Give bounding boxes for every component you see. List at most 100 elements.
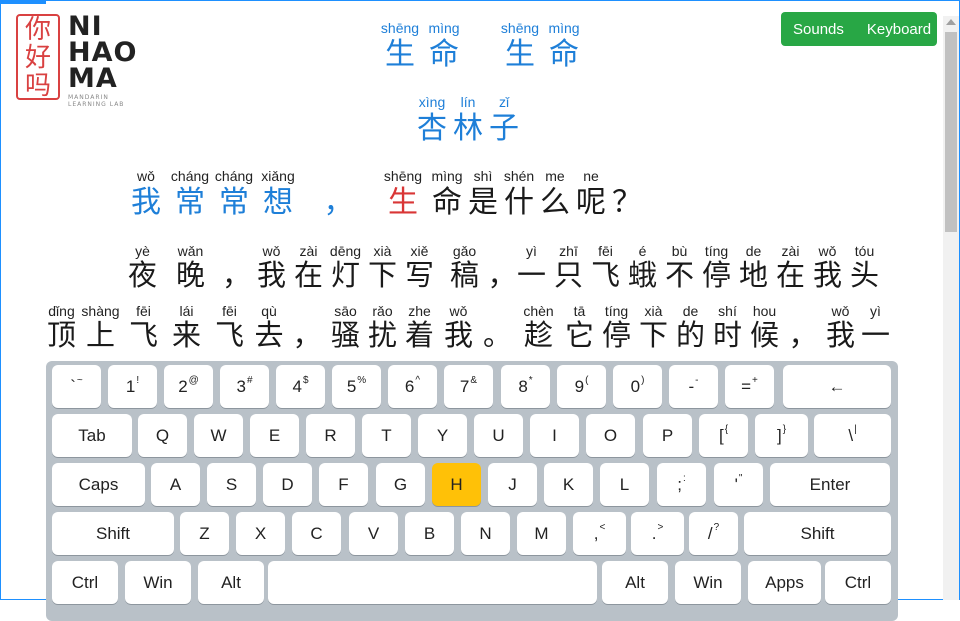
hanzi-character: 骚 [330, 318, 360, 352]
pinyin-label: shēng [500, 20, 540, 36]
pinyin-label: zhī [559, 243, 578, 259]
key-sym1-11[interactable]: [{ [699, 414, 748, 457]
key-shift-label: % [357, 375, 367, 386]
hanzi-character: 呢 [576, 185, 606, 220]
hanzi-cell: wǒ 我 [124, 168, 168, 218]
key-sym3-10[interactable]: /? [689, 512, 738, 555]
key-win[interactable]: Win [125, 561, 191, 604]
key-tab[interactable]: Tab [52, 414, 132, 457]
key-enter[interactable]: Enter [770, 463, 890, 506]
key-caps[interactable]: Caps [52, 463, 145, 506]
key-shift-label: ) [641, 375, 645, 386]
key-sym3-8[interactable]: , < [573, 512, 626, 555]
key-label: Y [436, 425, 449, 445]
key-0[interactable]: 0) [613, 365, 662, 408]
hanzi-cell: bù 不 [661, 243, 698, 290]
key-label: [ [718, 425, 724, 445]
key-sym0-13[interactable]: ← [783, 365, 891, 408]
key-shift-label: @ [188, 375, 199, 386]
key-3[interactable]: 3 # [220, 365, 269, 408]
key-w[interactable]: W [194, 414, 243, 457]
key-1[interactable]: 1! [108, 365, 157, 408]
key-apps[interactable]: Apps [748, 561, 821, 604]
key-8[interactable]: 8 * [501, 365, 550, 408]
key-h[interactable]: H [432, 463, 481, 506]
key-y[interactable]: Y [418, 414, 467, 457]
key-d[interactable]: D [263, 463, 312, 506]
key-space[interactable] [268, 561, 597, 604]
key-sym3-9[interactable]: . > [631, 512, 684, 555]
key-sym2-11[interactable]: ' " [714, 463, 763, 506]
key-g[interactable]: G [376, 463, 425, 506]
key-b[interactable]: B [405, 512, 454, 555]
pinyin-label: shì [473, 168, 493, 184]
key-ctrl[interactable]: Ctrl [52, 561, 118, 604]
key-6[interactable]: 6 ^ [388, 365, 437, 408]
key-sym0-0[interactable]: ` ~ [52, 365, 101, 408]
scroll-up-arrow-icon[interactable] [946, 19, 956, 25]
key-7[interactable]: 7 & [444, 365, 493, 408]
scrollbar-thumb[interactable] [945, 32, 957, 232]
hanzi-character: 上 [85, 318, 115, 352]
pinyin-label: yè [135, 243, 150, 259]
key-r[interactable]: R [306, 414, 355, 457]
hanzi-cell: zài 在 [290, 243, 327, 290]
key-shift-label: > [657, 522, 664, 533]
key-label: - [688, 376, 695, 396]
key-4[interactable]: 4 $ [276, 365, 325, 408]
hanzi-cell: zhī 只 [550, 243, 587, 290]
key-sym0-11[interactable]: -- [669, 365, 718, 408]
key-u[interactable]: U [474, 414, 523, 457]
key-win[interactable]: Win [675, 561, 741, 604]
nihaoma-logo[interactable]: 你好吗 NI HAO MA MANDARIN LEARNING LAB [16, 13, 151, 108]
key-alt[interactable]: Alt [198, 561, 264, 604]
key-z[interactable]: Z [180, 512, 229, 555]
pinyin-label: fēi [598, 243, 613, 259]
key-o[interactable]: O [586, 414, 635, 457]
key-e[interactable]: E [250, 414, 299, 457]
sounds-button[interactable]: Sounds [793, 21, 844, 38]
key-t[interactable]: T [362, 414, 411, 457]
keyboard-button[interactable]: Keyboard [867, 21, 931, 38]
hanzi-character: 候 [749, 318, 779, 352]
key-alt[interactable]: Alt [602, 561, 668, 604]
hanzi-cell: de 的 [672, 303, 709, 350]
pinyin-label: qù [261, 303, 277, 319]
key-i[interactable]: I [530, 414, 579, 457]
key-q[interactable]: Q [138, 414, 187, 457]
key-sym2-10[interactable]: ;: [657, 463, 706, 506]
key-c[interactable]: C [292, 512, 341, 555]
key-shift[interactable]: Shift [52, 512, 174, 555]
hanzi-character: 一 [516, 258, 546, 292]
key-k[interactable]: K [544, 463, 593, 506]
key-p[interactable]: P [643, 414, 692, 457]
key-m[interactable]: M [517, 512, 566, 555]
pinyin-label: cháng [214, 168, 254, 184]
key-5[interactable]: 5% [332, 365, 381, 408]
key-label: . [651, 523, 657, 543]
key-ctrl[interactable]: Ctrl [825, 561, 891, 604]
pinyin-label: zài [299, 243, 318, 259]
key-shift-label: ( [585, 375, 589, 386]
key-j[interactable]: J [488, 463, 537, 506]
key-sym0-12[interactable]: = + [725, 365, 774, 408]
hanzi-character: ， [292, 318, 322, 352]
key-a[interactable]: A [151, 463, 200, 506]
key-f[interactable]: F [319, 463, 368, 506]
key-2[interactable]: 2 @ [164, 365, 213, 408]
key-x[interactable]: X [236, 512, 285, 555]
key-shift[interactable]: Shift [744, 512, 891, 555]
key-l[interactable]: L [600, 463, 649, 506]
vertical-scrollbar[interactable] [943, 16, 959, 600]
key-sym1-12[interactable]: ]} [755, 414, 808, 457]
key-s[interactable]: S [207, 463, 256, 506]
pinyin-label: shén [503, 168, 535, 184]
key-label: Tab [78, 425, 106, 445]
hanzi-character: 飞 [128, 318, 158, 352]
key-n[interactable]: N [461, 512, 510, 555]
hanzi-cell: me 么 [537, 168, 573, 218]
key-sym1-13[interactable]: \ | [814, 414, 891, 457]
key-9[interactable]: 9( [557, 365, 606, 408]
key-v[interactable]: V [349, 512, 398, 555]
pinyin-label: shēng [383, 168, 423, 184]
